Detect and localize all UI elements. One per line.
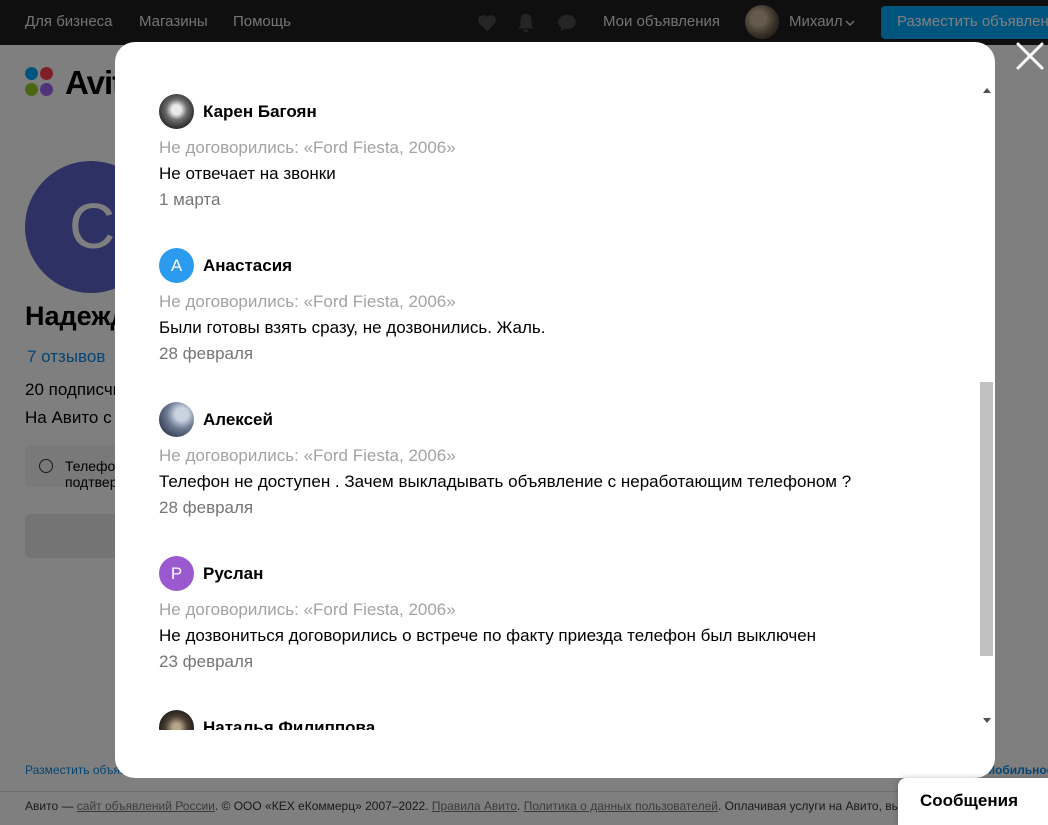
review-date: 28 февраля: [159, 344, 254, 363]
reviewer-name[interactable]: Карен Багоян: [203, 102, 317, 122]
reviewer-name[interactable]: Наталья Филиппова: [203, 718, 375, 730]
review-date: 28 февраля: [159, 498, 254, 517]
review-text: Не отвечает на звонки: [159, 164, 336, 183]
reviewer-avatar: [159, 402, 194, 437]
review-deal-status: Не договорились: «Ford Fiesta, 2006»: [159, 600, 456, 619]
review-text: Телефон не доступен . Зачем выкладывать …: [159, 472, 852, 491]
close-icon[interactable]: [1014, 40, 1046, 72]
reviewer-name[interactable]: Руслан: [203, 564, 263, 584]
review-text: Не дозвониться договорились о встрече по…: [159, 626, 817, 645]
reviewer-name[interactable]: Анастасия: [203, 256, 292, 276]
reviewer-avatar: Р: [159, 556, 194, 591]
scrollbar-thumb[interactable]: [980, 382, 993, 656]
reviews-modal: Карен Багоян Не договорились: «Ford Fies…: [115, 42, 995, 778]
review-deal-status: Не договорились: «Ford Fiesta, 2006»: [159, 138, 456, 157]
review-text: Были готовы взять сразу, не дозвонились.…: [159, 318, 546, 337]
review-deal-status: Не договорились: «Ford Fiesta, 2006»: [159, 446, 456, 465]
reviews-scrollbar[interactable]: [979, 82, 994, 730]
review-date: 23 февраля: [159, 652, 254, 671]
review-deal-status: Не договорились: «Ford Fiesta, 2006»: [159, 292, 456, 311]
reviewer-avatar: А: [159, 248, 194, 283]
reviewer-avatar: [159, 710, 194, 730]
messages-tab[interactable]: Сообщения: [898, 778, 1048, 825]
reviewer-avatar: [159, 94, 194, 129]
review-date: 1 марта: [159, 190, 221, 209]
scroll-up-arrow[interactable]: [983, 88, 991, 93]
scroll-down-arrow[interactable]: [983, 718, 991, 723]
reviews-list[interactable]: Карен Багоян Не договорились: «Ford Fies…: [159, 82, 959, 730]
reviewer-name[interactable]: Алексей: [203, 410, 273, 430]
